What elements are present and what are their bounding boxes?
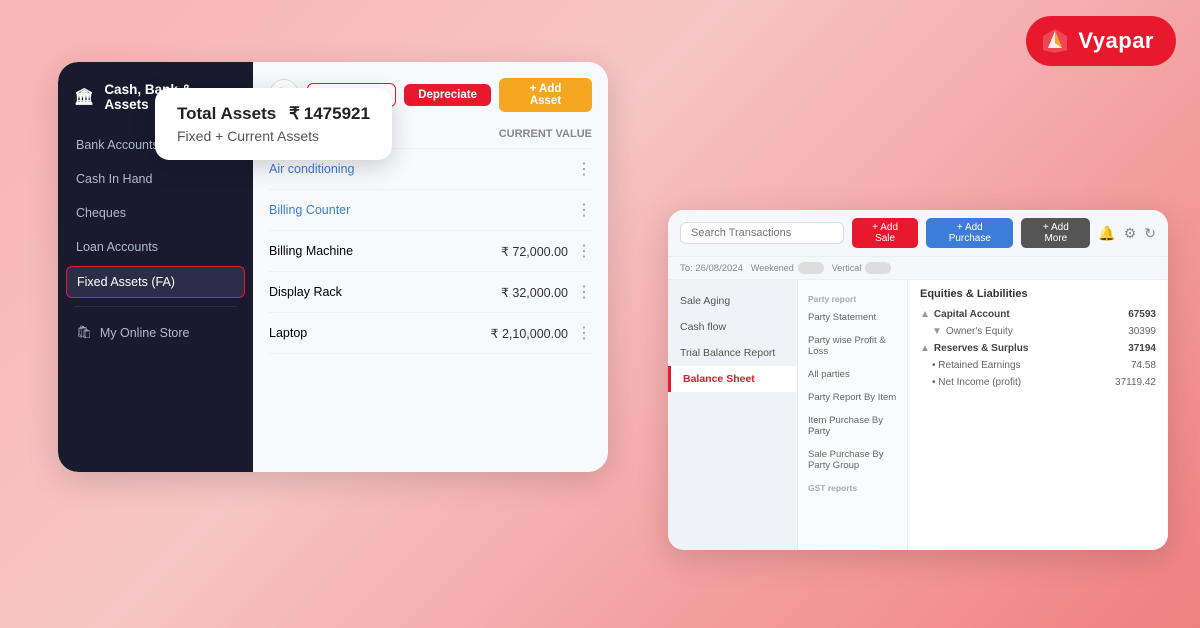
toggle-vertical-switch[interactable] <box>865 262 891 274</box>
owners-equity-row: ▼Owner's Equity 30399 <box>920 323 1156 340</box>
right-nav: Sale Aging Cash flow Trial Balance Repor… <box>668 280 798 550</box>
table-row: Billing Machine ₹ 72,000.00 ⋮ <box>269 231 592 272</box>
total-assets-title: Total Assets ₹1475921 <box>177 104 370 124</box>
depreciate-button[interactable]: Depreciate <box>404 84 491 106</box>
nav-item-sale-aging[interactable]: Sale Aging <box>668 288 797 314</box>
item-billing-machine[interactable]: Billing Machine <box>269 244 353 258</box>
add-more-button[interactable]: + Add More <box>1021 218 1090 248</box>
sub-nav-party-statement[interactable]: Party Statement <box>798 306 907 329</box>
sub-nav-party-profit[interactable]: Party wise Profit & Loss <box>798 329 907 363</box>
table-row: Laptop ₹ 2,10,000.00 ⋮ <box>269 313 592 354</box>
refresh-icon[interactable]: ↻ <box>1144 225 1156 242</box>
table-row: Display Rack ₹ 32,000.00 ⋮ <box>269 272 592 313</box>
date-bar: To: 26/08/2024 Weekened Vertical <box>668 257 1168 280</box>
equities-liabilities-title: Equities & Liabilities <box>920 288 1156 300</box>
item-laptop[interactable]: Laptop <box>269 326 307 340</box>
col-current-value: CURRENT VALUE <box>499 128 592 140</box>
sub-nav-all-parties[interactable]: All parties <box>798 363 907 386</box>
sub-nav-party-item[interactable]: Party Report By Item <box>798 386 907 409</box>
value-billing-machine: ₹ 72,000.00 <box>501 244 568 259</box>
vyapar-logo-text: Vyapar <box>1078 28 1154 54</box>
toggle-weekened-switch[interactable] <box>798 262 824 274</box>
sidebar-item-fixed-assets[interactable]: Fixed Assets (FA) <box>66 266 245 298</box>
vyapar-logo: Vyapar <box>1026 16 1176 66</box>
capital-account-row: ▲Capital Account 67593 <box>920 306 1156 323</box>
date-range-text: To: 26/08/2024 <box>680 263 743 274</box>
row-menu-icon-2[interactable]: ⋮ <box>576 241 592 261</box>
sub-nav-sale-purchase[interactable]: Sale Purchase By Party Group <box>798 443 907 477</box>
right-sub-nav: Party report Party Statement Party wise … <box>798 280 908 550</box>
table-row: Billing Counter ⋮ <box>269 190 592 231</box>
toggle-weekened: Weekened <box>751 262 824 274</box>
sub-nav-section-gst: GST reports <box>798 477 907 495</box>
value-display-rack: ₹ 32,000.00 <box>501 285 568 300</box>
sidebar-item-loan-accounts[interactable]: Loan Accounts <box>58 230 253 264</box>
right-card-balance-sheet: + Add Sale + Add Purchase + Add More 🔔 ⚙… <box>668 210 1168 550</box>
item-display-rack[interactable]: Display Rack <box>269 285 342 299</box>
row-menu-icon-3[interactable]: ⋮ <box>576 282 592 302</box>
nav-item-balance-sheet[interactable]: Balance Sheet <box>668 366 797 392</box>
right-top-bar: + Add Sale + Add Purchase + Add More 🔔 ⚙… <box>668 210 1168 257</box>
retained-earnings-row: • Retained Earnings 74.58 <box>920 357 1156 374</box>
add-asset-button[interactable]: + Add Asset <box>499 78 592 112</box>
sidebar-divider <box>74 306 237 307</box>
settings-icon[interactable]: ⚙ <box>1124 225 1137 242</box>
reserves-surplus-row: ▲Reserves & Surplus 37194 <box>920 340 1156 357</box>
nav-item-cash-flow[interactable]: Cash flow <box>668 314 797 340</box>
total-assets-tooltip: Total Assets ₹1475921 Fixed + Current As… <box>155 88 392 160</box>
notification-icon[interactable]: 🔔 <box>1098 225 1115 242</box>
add-sale-button[interactable]: + Add Sale <box>852 218 918 248</box>
item-billing-counter[interactable]: Billing Counter <box>269 203 350 217</box>
row-menu-icon-1[interactable]: ⋮ <box>576 200 592 220</box>
sub-nav-section-party: Party report <box>798 288 907 306</box>
sidebar-item-cash-in-hand[interactable]: Cash In Hand <box>58 162 253 196</box>
bank-icon: 🏛 <box>74 87 94 107</box>
total-assets-subtitle: Fixed + Current Assets <box>177 128 370 144</box>
item-air-conditioning[interactable]: Air conditioning <box>269 162 354 176</box>
right-body: Sale Aging Cash flow Trial Balance Repor… <box>668 280 1168 550</box>
add-purchase-button[interactable]: + Add Purchase <box>926 218 1013 248</box>
search-transactions-input[interactable] <box>680 222 844 244</box>
sidebar-item-cheques[interactable]: Cheques <box>58 196 253 230</box>
sub-nav-item-purchase[interactable]: Item Purchase By Party <box>798 409 907 443</box>
nav-item-trial-balance[interactable]: Trial Balance Report <box>668 340 797 366</box>
toggle-vertical: Vertical <box>832 262 892 274</box>
sidebar-item-my-online-store[interactable]: 🛍 My Online Store <box>58 315 253 350</box>
net-income-row: • Net Income (profit) 37119.42 <box>920 374 1156 391</box>
row-menu-icon-4[interactable]: ⋮ <box>576 323 592 343</box>
store-icon: 🛍 <box>76 325 92 340</box>
vyapar-logo-icon <box>1040 26 1070 56</box>
row-menu-icon-0[interactable]: ⋮ <box>576 159 592 179</box>
value-laptop: ₹ 2,10,000.00 <box>491 326 568 341</box>
balance-sheet-content: Equities & Liabilities ▲Capital Account … <box>908 280 1168 550</box>
